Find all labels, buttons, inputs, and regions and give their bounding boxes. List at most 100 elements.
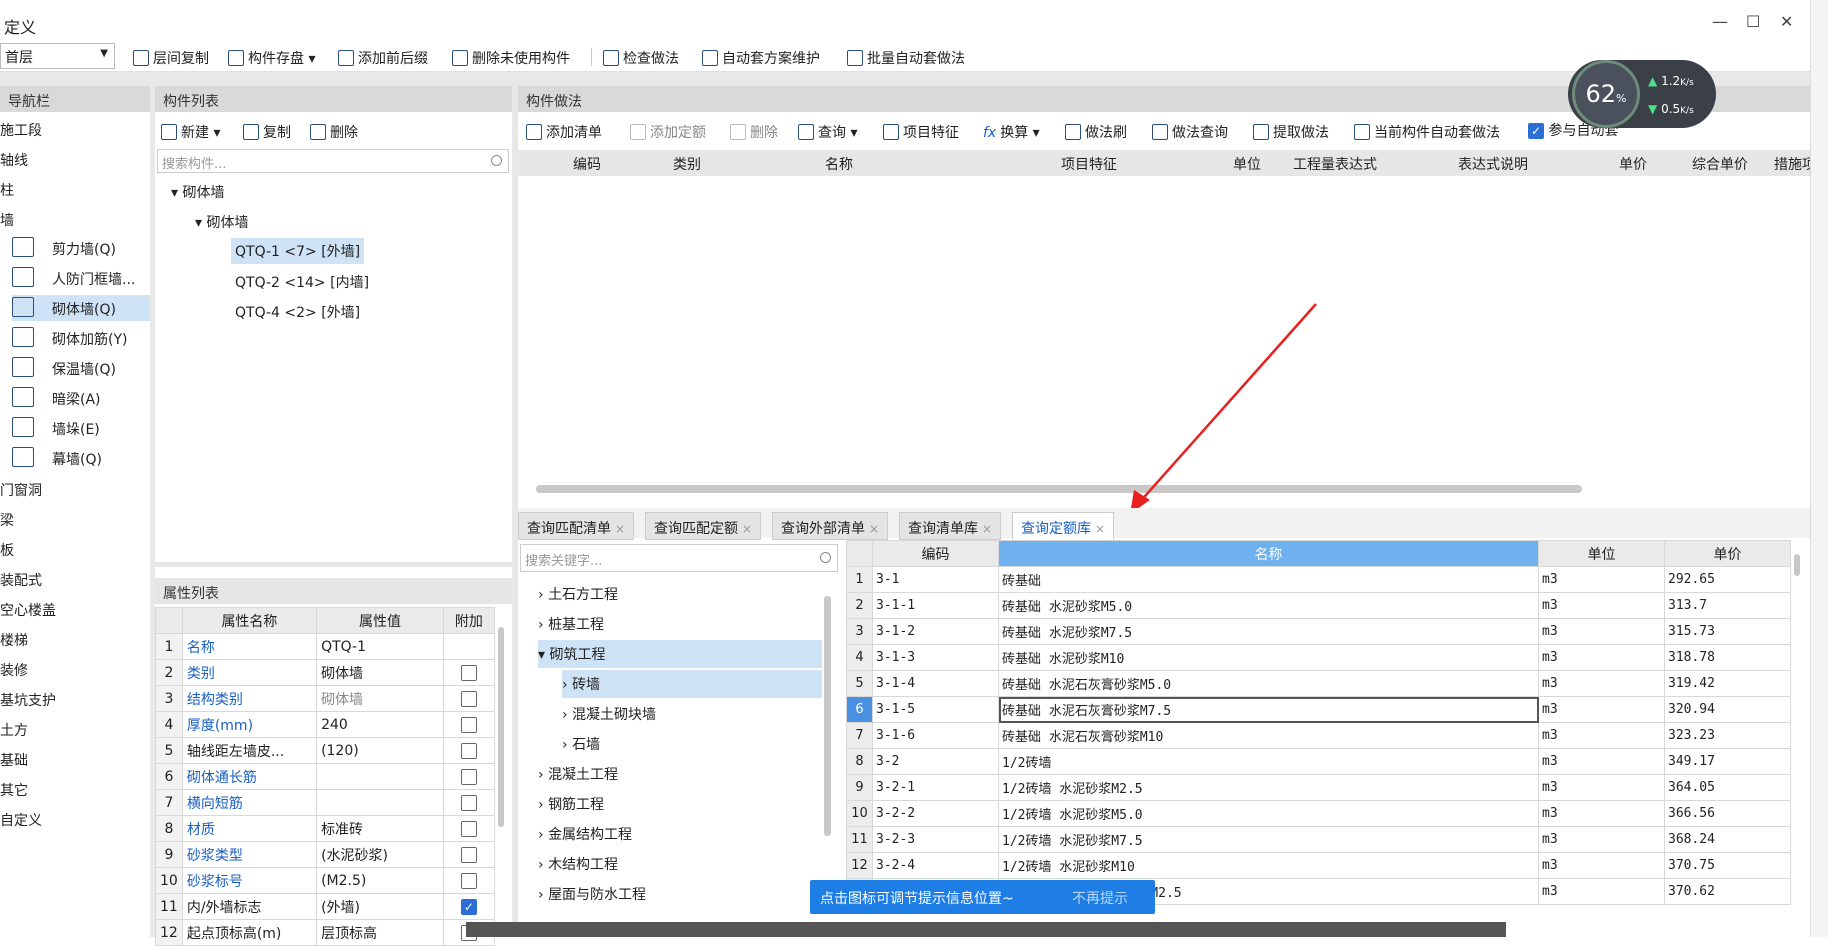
- quota-tree-node-selected[interactable]: › 砖墙: [562, 670, 822, 698]
- checkbox-icon[interactable]: [460, 664, 477, 681]
- property-row[interactable]: 8 材质 标准砖: [155, 815, 496, 842]
- add-prefix-suffix-button[interactable]: 添加前后缀: [338, 48, 428, 68]
- quota-code[interactable]: 3-2: [872, 748, 999, 775]
- property-row[interactable]: 3 结构类别 砌体墙: [155, 685, 496, 712]
- horizontal-scrollbar[interactable]: [536, 485, 1582, 493]
- checkbox-icon[interactable]: [460, 690, 477, 707]
- property-row[interactable]: 11 内/外墙标志 (外墙) ✓: [155, 893, 496, 920]
- nav-item[interactable]: 装配式: [0, 570, 42, 590]
- delete-unused-button[interactable]: 删除未使用构件: [452, 48, 570, 68]
- checkbox-icon[interactable]: [460, 794, 477, 811]
- quota-price[interactable]: 349.17: [1664, 748, 1791, 775]
- quota-row[interactable]: 10 3-2-2 1/2砖墙 水泥砂浆M5.0 m3 366.56: [846, 800, 1791, 827]
- property-row[interactable]: 1 名称 QTQ-1: [155, 633, 496, 660]
- quota-code[interactable]: 3-2-4: [872, 852, 999, 879]
- quota-code[interactable]: 3-1-6: [872, 722, 999, 749]
- add-list-button[interactable]: 添加清单: [526, 122, 602, 142]
- quota-unit[interactable]: m3: [1538, 670, 1665, 697]
- quota-row[interactable]: 1 3-1 砖基础 m3 292.65: [846, 566, 1791, 593]
- item-feature-button[interactable]: 项目特征: [883, 122, 959, 142]
- quota-price[interactable]: 292.65: [1664, 566, 1791, 593]
- quota-name[interactable]: 砖基础 水泥石灰膏砂浆M7.5: [998, 696, 1539, 723]
- property-value[interactable]: 240: [316, 711, 444, 738]
- property-row[interactable]: 6 砌体通长筋: [155, 763, 496, 790]
- maximize-icon[interactable]: ☐: [1746, 12, 1760, 31]
- copy-between-floors-button[interactable]: 层间复制: [133, 48, 209, 68]
- keyword-search-input[interactable]: 搜索关键字...: [520, 544, 838, 572]
- quota-unit[interactable]: m3: [1538, 618, 1665, 645]
- nav-item[interactable]: 墙: [0, 210, 14, 230]
- search-icon[interactable]: [491, 155, 502, 166]
- quota-tree-node[interactable]: › 屋面与防水工程: [538, 884, 646, 904]
- quota-name[interactable]: 砖基础: [998, 566, 1539, 593]
- quota-tree-node[interactable]: › 桩基工程: [538, 614, 604, 634]
- nav-item[interactable]: 其它: [0, 780, 28, 800]
- quota-unit[interactable]: m3: [1538, 566, 1665, 593]
- quota-tree-node[interactable]: › 石墙: [562, 734, 600, 754]
- quota-name[interactable]: 砖基础 水泥砂浆M5.0: [998, 592, 1539, 619]
- quota-unit[interactable]: m3: [1538, 722, 1665, 749]
- quota-row[interactable]: 12 3-2-4 1/2砖墙 水泥砂浆M10 m3 370.75: [846, 852, 1791, 879]
- copy-component-button[interactable]: 复制: [243, 122, 291, 142]
- nav-item[interactable]: 空心楼盖: [0, 600, 56, 620]
- nav-sub-item[interactable]: 人防门框墙...: [12, 265, 150, 291]
- quota-code[interactable]: 3-2-1: [872, 774, 999, 801]
- quota-row[interactable]: 2 3-1-1 砖基础 水泥砂浆M5.0 m3 313.7: [846, 592, 1791, 619]
- quota-tree-node[interactable]: › 混凝土工程: [538, 764, 618, 784]
- quota-tree-node[interactable]: › 金属结构工程: [538, 824, 632, 844]
- nav-item[interactable]: 柱: [0, 180, 14, 200]
- close-icon[interactable]: ×: [1095, 522, 1105, 536]
- auto-apply-current-button[interactable]: 当前构件自动套做法: [1354, 122, 1500, 142]
- quota-row[interactable]: 3 3-1-2 砖基础 水泥砂浆M7.5 m3 315.73: [846, 618, 1791, 645]
- checkbox-icon[interactable]: [460, 872, 477, 889]
- tree-node[interactable]: ▾ 砌体墙: [171, 182, 224, 202]
- component-item-selected[interactable]: QTQ-1 <7> [外墙]: [231, 238, 365, 264]
- quota-code[interactable]: 3-2-2: [872, 800, 999, 827]
- property-value[interactable]: 砌体墙: [316, 685, 444, 712]
- scrollbar[interactable]: [1794, 554, 1800, 576]
- quota-unit[interactable]: m3: [1538, 800, 1665, 827]
- quota-code[interactable]: 3-1-3: [872, 644, 999, 671]
- checkbox-icon[interactable]: [460, 742, 477, 759]
- property-value[interactable]: (120): [316, 737, 444, 764]
- quota-name[interactable]: 1/2砖墙 水泥砂浆M7.5: [998, 826, 1539, 853]
- nav-sub-item[interactable]: 幕墙(Q): [12, 445, 150, 471]
- nav-sub-item[interactable]: 剪力墙(Q): [12, 235, 150, 261]
- checkbox-icon[interactable]: [460, 820, 477, 837]
- convert-button[interactable]: fx 换算 ▾: [983, 122, 1040, 142]
- quota-name[interactable]: 1/2砖墙 水泥砂浆M10: [998, 852, 1539, 879]
- nav-item[interactable]: 自定义: [0, 810, 42, 830]
- quota-price[interactable]: 313.7: [1664, 592, 1791, 619]
- property-value[interactable]: 砌体墙: [316, 659, 444, 686]
- property-value[interactable]: 标准砖: [316, 815, 444, 842]
- property-value[interactable]: [316, 763, 444, 790]
- quota-price[interactable]: 319.42: [1664, 670, 1791, 697]
- new-component-button[interactable]: 新建 ▾: [161, 122, 220, 142]
- network-gauge-widget[interactable]: 62% ▲ 1.2K/s ▼ 0.5K/s: [1568, 60, 1716, 128]
- close-icon[interactable]: ✕: [1780, 12, 1793, 31]
- quota-price[interactable]: 318.78: [1664, 644, 1791, 671]
- quota-name[interactable]: 砖基础 水泥砂浆M7.5: [998, 618, 1539, 645]
- quota-tree-node[interactable]: › 混凝土砌块墙: [562, 704, 656, 724]
- quota-price[interactable]: 370.75: [1664, 852, 1791, 879]
- tab-match-quota[interactable]: 查询匹配定额 ×: [645, 512, 762, 540]
- quota-tree-node[interactable]: › 土石方工程: [538, 584, 618, 604]
- nav-item[interactable]: 轴线: [0, 150, 28, 170]
- hint-toast[interactable]: 点击图标可调节提示信息位置~ 不再提示: [810, 880, 1155, 914]
- property-value[interactable]: 层顶标高: [316, 919, 444, 946]
- tab-list-library[interactable]: 查询清单库 ×: [899, 512, 1002, 540]
- property-row[interactable]: 2 类别 砌体墙: [155, 659, 496, 686]
- property-row[interactable]: 5 轴线距左墙皮... (120): [155, 737, 496, 764]
- nav-sub-item-selected[interactable]: 砌体墙(Q): [12, 295, 150, 321]
- close-icon[interactable]: ×: [742, 522, 752, 536]
- property-value[interactable]: (M2.5): [316, 867, 444, 894]
- quota-name[interactable]: 砖基础 水泥砂浆M10: [998, 644, 1539, 671]
- quota-price[interactable]: 370.62: [1664, 878, 1791, 905]
- nav-item[interactable]: 施工段: [0, 120, 42, 140]
- save-component-button[interactable]: 构件存盘 ▾: [228, 48, 315, 68]
- tree-node[interactable]: ▾ 砌体墙: [195, 212, 248, 232]
- component-item[interactable]: QTQ-2 <14> [内墙]: [235, 272, 369, 292]
- quota-unit[interactable]: m3: [1538, 774, 1665, 801]
- nav-item[interactable]: 楼梯: [0, 630, 28, 650]
- tab-match-list[interactable]: 查询匹配清单 ×: [518, 512, 635, 540]
